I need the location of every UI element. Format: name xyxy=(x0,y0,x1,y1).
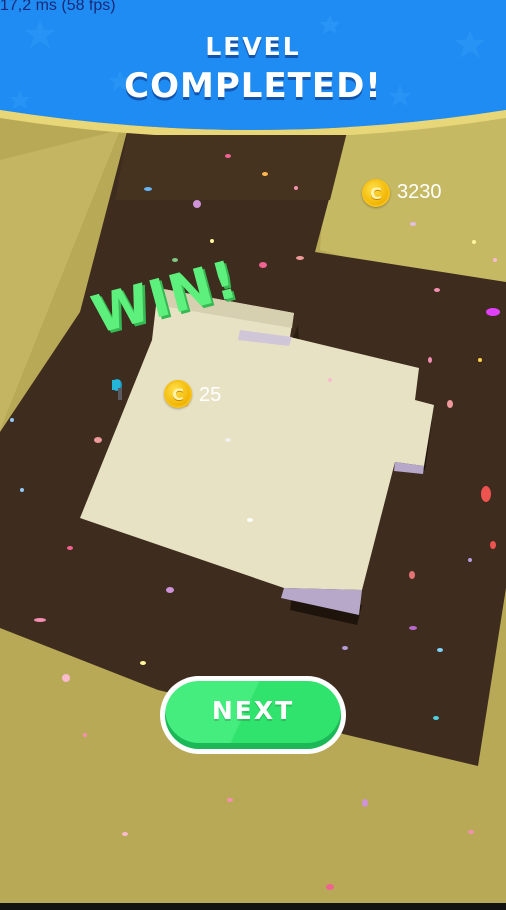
next-button-label[interactable]: NEXT xyxy=(160,696,346,725)
coin-icon: C xyxy=(362,179,390,207)
reward-coins-count: 25 xyxy=(199,384,222,406)
total-coins-count: 3230 xyxy=(397,181,442,203)
coin-icon: C xyxy=(164,380,192,408)
fps-counter: 17,2 ms (58 fps) xyxy=(0,0,116,14)
bottom-system-bar xyxy=(0,903,506,910)
level-complete-banner: LEVEL COMPLETED! xyxy=(0,0,506,135)
next-button[interactable]: NEXT xyxy=(160,676,346,754)
game-scene xyxy=(0,0,506,910)
banner-title-completed: COMPLETED! xyxy=(124,66,382,106)
banner-title-level: LEVEL xyxy=(205,32,301,61)
